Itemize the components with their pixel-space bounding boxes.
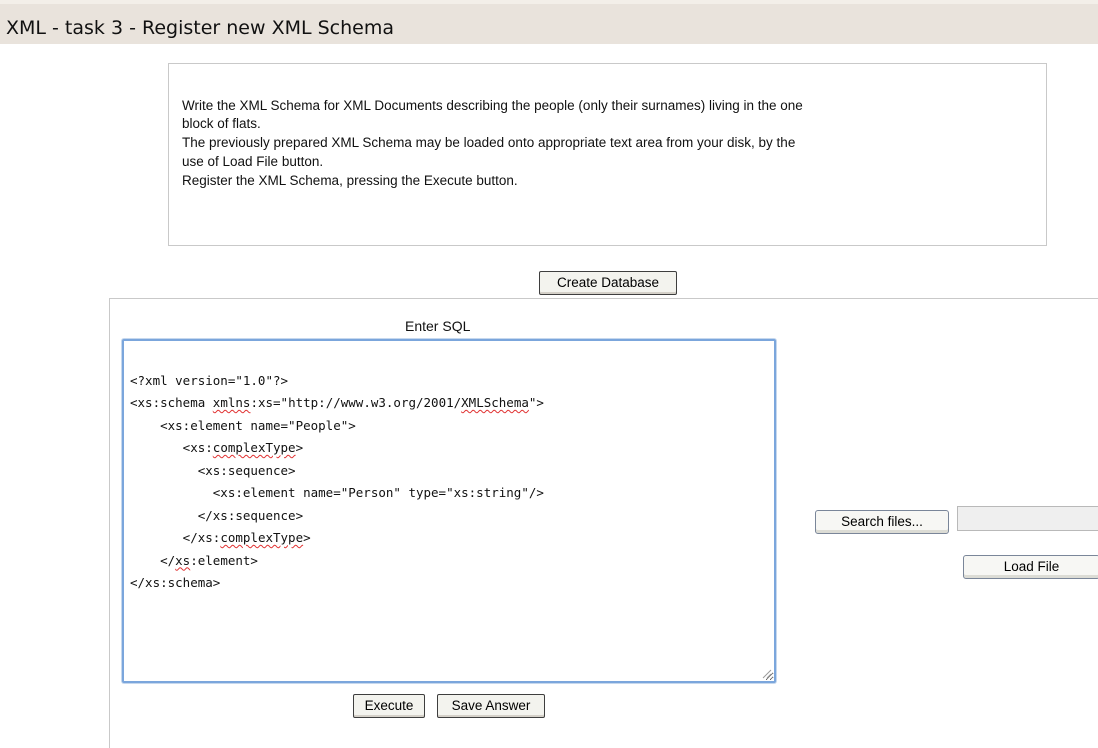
code-line: </xs:sequence> [130,505,774,528]
code-line: <xs:sequence> [130,460,774,483]
code-segment: :xs="http://www.w3.org/2001/ [250,395,462,410]
misspelled-word: complexType [212,440,296,455]
code-segment: </xs: [130,530,221,545]
code-line: </xs:schema> [130,572,774,595]
resize-grip-icon[interactable] [762,669,772,679]
code-line: <xs:schema xmlns:xs="http://www.w3.org/2… [130,392,774,415]
code-segment: <xs:element name="People"> [130,417,356,433]
code-segment: <xs:element name="Person" type="xs:strin… [130,485,544,500]
code-segment: <xs:sequence> [130,462,296,478]
code-line: </xs:complexType> [130,527,774,550]
code-segment: <xs: [130,440,213,455]
instruction-line: block of flats. [182,116,261,131]
instruction-line: Register the XML Schema, pressing the Ex… [182,173,518,188]
code-line: <xs:element name="Person" type="xs:strin… [130,482,774,505]
task-instructions-box: Write the XML Schema for XML Documents d… [168,63,1047,246]
misspelled-word: complexType [220,530,304,545]
instruction-line: The previously prepared XML Schema may b… [182,135,796,150]
code-segment: <xs:schema [130,395,213,410]
misspelled-word: XMLSchema [461,395,529,410]
code-line: </xs:element> [130,550,774,573]
code-segment: </xs:sequence> [130,507,304,523]
code-segment: <?xml version="1.0"?> [130,372,289,388]
code-segment: :element> [190,552,258,568]
save-answer-button[interactable]: Save Answer [437,694,545,718]
code-segment: </ [130,552,176,568]
enter-sql-label: Enter SQL [405,318,471,334]
execute-button[interactable]: Execute [353,694,425,718]
code-segment: > [303,530,311,545]
sql-editor[interactable]: <?xml version="1.0"?> <xs:schema xmlns:xs… [122,339,776,683]
instruction-line: use of Load File button. [182,154,324,169]
search-files-button[interactable]: Search files... [815,510,949,534]
load-file-button[interactable]: Load File [963,555,1098,579]
misspelled-word: xmlns [212,395,251,410]
misspelled-word: xs [175,552,191,568]
page-header: XML - task 3 - Register new XML Schema [0,0,1098,44]
code-line: <xs:element name="People"> [130,415,774,438]
file-path-field[interactable] [957,506,1098,531]
code-segment: </xs:schema> [130,575,221,590]
instruction-line: Write the XML Schema for XML Documents d… [182,98,803,113]
code-segment: > [295,440,304,455]
page-title: XML - task 3 - Register new XML Schema [6,17,394,39]
create-database-button[interactable]: Create Database [539,271,677,295]
code-line: <xs:complexType> [130,437,774,460]
code-segment: "> [528,395,544,410]
code-line: <?xml version="1.0"?> [130,370,774,393]
